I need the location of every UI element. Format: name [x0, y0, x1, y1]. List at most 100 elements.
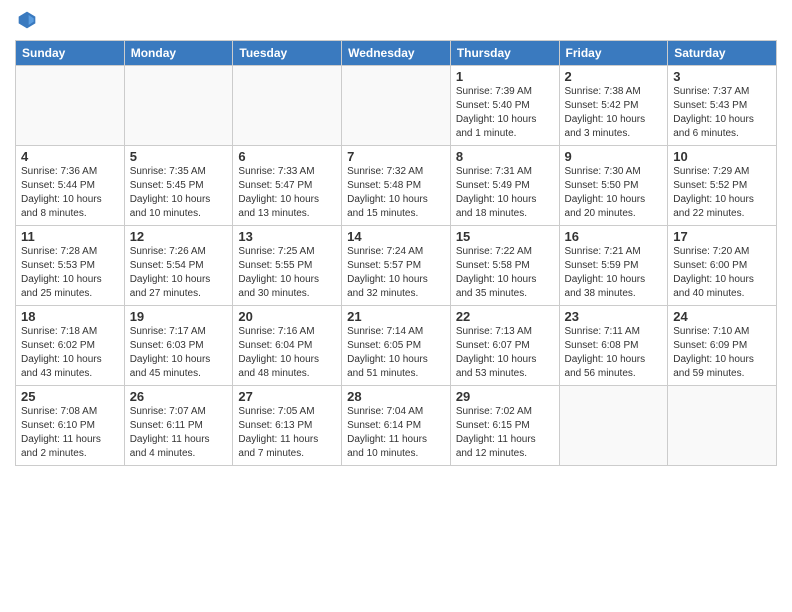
day-number: 16	[565, 229, 663, 244]
day-number: 24	[673, 309, 771, 324]
day-info: Sunrise: 7:38 AM Sunset: 5:42 PM Dayligh…	[565, 85, 663, 141]
page-header	[15, 10, 777, 30]
day-number: 3	[673, 69, 771, 84]
day-info: Sunrise: 7:10 AM Sunset: 6:09 PM Dayligh…	[673, 325, 771, 381]
day-number: 21	[347, 309, 445, 324]
calendar-day-cell: 20Sunrise: 7:16 AM Sunset: 6:04 PM Dayli…	[233, 306, 342, 386]
day-number: 11	[21, 229, 119, 244]
day-number: 4	[21, 149, 119, 164]
day-number: 26	[130, 389, 228, 404]
calendar-day-cell: 22Sunrise: 7:13 AM Sunset: 6:07 PM Dayli…	[450, 306, 559, 386]
day-number: 15	[456, 229, 554, 244]
calendar-header-cell: Wednesday	[342, 41, 451, 66]
calendar-day-cell: 2Sunrise: 7:38 AM Sunset: 5:42 PM Daylig…	[559, 66, 668, 146]
calendar-day-cell: 16Sunrise: 7:21 AM Sunset: 5:59 PM Dayli…	[559, 226, 668, 306]
day-info: Sunrise: 7:20 AM Sunset: 6:00 PM Dayligh…	[673, 245, 771, 301]
day-info: Sunrise: 7:29 AM Sunset: 5:52 PM Dayligh…	[673, 165, 771, 221]
day-info: Sunrise: 7:07 AM Sunset: 6:11 PM Dayligh…	[130, 405, 228, 461]
calendar-day-cell: 23Sunrise: 7:11 AM Sunset: 6:08 PM Dayli…	[559, 306, 668, 386]
calendar-day-cell: 6Sunrise: 7:33 AM Sunset: 5:47 PM Daylig…	[233, 146, 342, 226]
calendar-day-cell: 25Sunrise: 7:08 AM Sunset: 6:10 PM Dayli…	[16, 386, 125, 466]
day-number: 5	[130, 149, 228, 164]
calendar-day-cell: 26Sunrise: 7:07 AM Sunset: 6:11 PM Dayli…	[124, 386, 233, 466]
day-number: 19	[130, 309, 228, 324]
day-info: Sunrise: 7:24 AM Sunset: 5:57 PM Dayligh…	[347, 245, 445, 301]
calendar-day-cell: 13Sunrise: 7:25 AM Sunset: 5:55 PM Dayli…	[233, 226, 342, 306]
day-info: Sunrise: 7:26 AM Sunset: 5:54 PM Dayligh…	[130, 245, 228, 301]
calendar-day-cell: 19Sunrise: 7:17 AM Sunset: 6:03 PM Dayli…	[124, 306, 233, 386]
day-number: 2	[565, 69, 663, 84]
day-info: Sunrise: 7:21 AM Sunset: 5:59 PM Dayligh…	[565, 245, 663, 301]
calendar-day-cell: 15Sunrise: 7:22 AM Sunset: 5:58 PM Dayli…	[450, 226, 559, 306]
calendar-day-cell: 27Sunrise: 7:05 AM Sunset: 6:13 PM Dayli…	[233, 386, 342, 466]
day-number: 10	[673, 149, 771, 164]
calendar-day-cell: 7Sunrise: 7:32 AM Sunset: 5:48 PM Daylig…	[342, 146, 451, 226]
logo	[15, 10, 37, 30]
calendar-week-row: 4Sunrise: 7:36 AM Sunset: 5:44 PM Daylig…	[16, 146, 777, 226]
day-number: 9	[565, 149, 663, 164]
day-info: Sunrise: 7:25 AM Sunset: 5:55 PM Dayligh…	[238, 245, 336, 301]
calendar-day-cell: 10Sunrise: 7:29 AM Sunset: 5:52 PM Dayli…	[668, 146, 777, 226]
day-info: Sunrise: 7:36 AM Sunset: 5:44 PM Dayligh…	[21, 165, 119, 221]
day-number: 20	[238, 309, 336, 324]
calendar-day-cell	[559, 386, 668, 466]
day-info: Sunrise: 7:39 AM Sunset: 5:40 PM Dayligh…	[456, 85, 554, 141]
calendar-day-cell: 3Sunrise: 7:37 AM Sunset: 5:43 PM Daylig…	[668, 66, 777, 146]
day-info: Sunrise: 7:13 AM Sunset: 6:07 PM Dayligh…	[456, 325, 554, 381]
calendar-day-cell: 4Sunrise: 7:36 AM Sunset: 5:44 PM Daylig…	[16, 146, 125, 226]
day-info: Sunrise: 7:32 AM Sunset: 5:48 PM Dayligh…	[347, 165, 445, 221]
day-number: 25	[21, 389, 119, 404]
day-number: 12	[130, 229, 228, 244]
calendar-week-row: 1Sunrise: 7:39 AM Sunset: 5:40 PM Daylig…	[16, 66, 777, 146]
calendar-day-cell: 8Sunrise: 7:31 AM Sunset: 5:49 PM Daylig…	[450, 146, 559, 226]
calendar-header-cell: Sunday	[16, 41, 125, 66]
calendar-day-cell	[342, 66, 451, 146]
day-number: 1	[456, 69, 554, 84]
calendar-week-row: 25Sunrise: 7:08 AM Sunset: 6:10 PM Dayli…	[16, 386, 777, 466]
calendar-day-cell: 17Sunrise: 7:20 AM Sunset: 6:00 PM Dayli…	[668, 226, 777, 306]
page-container: SundayMondayTuesdayWednesdayThursdayFrid…	[0, 0, 792, 476]
calendar-day-cell: 18Sunrise: 7:18 AM Sunset: 6:02 PM Dayli…	[16, 306, 125, 386]
day-info: Sunrise: 7:14 AM Sunset: 6:05 PM Dayligh…	[347, 325, 445, 381]
logo-icon	[17, 10, 37, 30]
day-info: Sunrise: 7:18 AM Sunset: 6:02 PM Dayligh…	[21, 325, 119, 381]
day-number: 28	[347, 389, 445, 404]
calendar-day-cell: 14Sunrise: 7:24 AM Sunset: 5:57 PM Dayli…	[342, 226, 451, 306]
day-info: Sunrise: 7:11 AM Sunset: 6:08 PM Dayligh…	[565, 325, 663, 381]
calendar-table: SundayMondayTuesdayWednesdayThursdayFrid…	[15, 40, 777, 466]
calendar-day-cell: 5Sunrise: 7:35 AM Sunset: 5:45 PM Daylig…	[124, 146, 233, 226]
calendar-week-row: 11Sunrise: 7:28 AM Sunset: 5:53 PM Dayli…	[16, 226, 777, 306]
day-info: Sunrise: 7:16 AM Sunset: 6:04 PM Dayligh…	[238, 325, 336, 381]
calendar-day-cell: 1Sunrise: 7:39 AM Sunset: 5:40 PM Daylig…	[450, 66, 559, 146]
day-info: Sunrise: 7:08 AM Sunset: 6:10 PM Dayligh…	[21, 405, 119, 461]
calendar-header-cell: Friday	[559, 41, 668, 66]
calendar-day-cell: 28Sunrise: 7:04 AM Sunset: 6:14 PM Dayli…	[342, 386, 451, 466]
calendar-day-cell: 9Sunrise: 7:30 AM Sunset: 5:50 PM Daylig…	[559, 146, 668, 226]
day-number: 17	[673, 229, 771, 244]
calendar-day-cell	[124, 66, 233, 146]
day-info: Sunrise: 7:30 AM Sunset: 5:50 PM Dayligh…	[565, 165, 663, 221]
day-number: 7	[347, 149, 445, 164]
day-info: Sunrise: 7:17 AM Sunset: 6:03 PM Dayligh…	[130, 325, 228, 381]
calendar-header-row: SundayMondayTuesdayWednesdayThursdayFrid…	[16, 41, 777, 66]
day-info: Sunrise: 7:28 AM Sunset: 5:53 PM Dayligh…	[21, 245, 119, 301]
day-number: 23	[565, 309, 663, 324]
calendar-day-cell: 12Sunrise: 7:26 AM Sunset: 5:54 PM Dayli…	[124, 226, 233, 306]
calendar-day-cell: 24Sunrise: 7:10 AM Sunset: 6:09 PM Dayli…	[668, 306, 777, 386]
calendar-header-cell: Saturday	[668, 41, 777, 66]
calendar-week-row: 18Sunrise: 7:18 AM Sunset: 6:02 PM Dayli…	[16, 306, 777, 386]
day-number: 22	[456, 309, 554, 324]
calendar-day-cell: 11Sunrise: 7:28 AM Sunset: 5:53 PM Dayli…	[16, 226, 125, 306]
day-info: Sunrise: 7:37 AM Sunset: 5:43 PM Dayligh…	[673, 85, 771, 141]
calendar-header-cell: Monday	[124, 41, 233, 66]
day-info: Sunrise: 7:31 AM Sunset: 5:49 PM Dayligh…	[456, 165, 554, 221]
day-number: 27	[238, 389, 336, 404]
day-number: 29	[456, 389, 554, 404]
calendar-day-cell	[16, 66, 125, 146]
day-info: Sunrise: 7:04 AM Sunset: 6:14 PM Dayligh…	[347, 405, 445, 461]
calendar-header-cell: Tuesday	[233, 41, 342, 66]
day-number: 6	[238, 149, 336, 164]
day-number: 13	[238, 229, 336, 244]
day-number: 8	[456, 149, 554, 164]
day-info: Sunrise: 7:05 AM Sunset: 6:13 PM Dayligh…	[238, 405, 336, 461]
